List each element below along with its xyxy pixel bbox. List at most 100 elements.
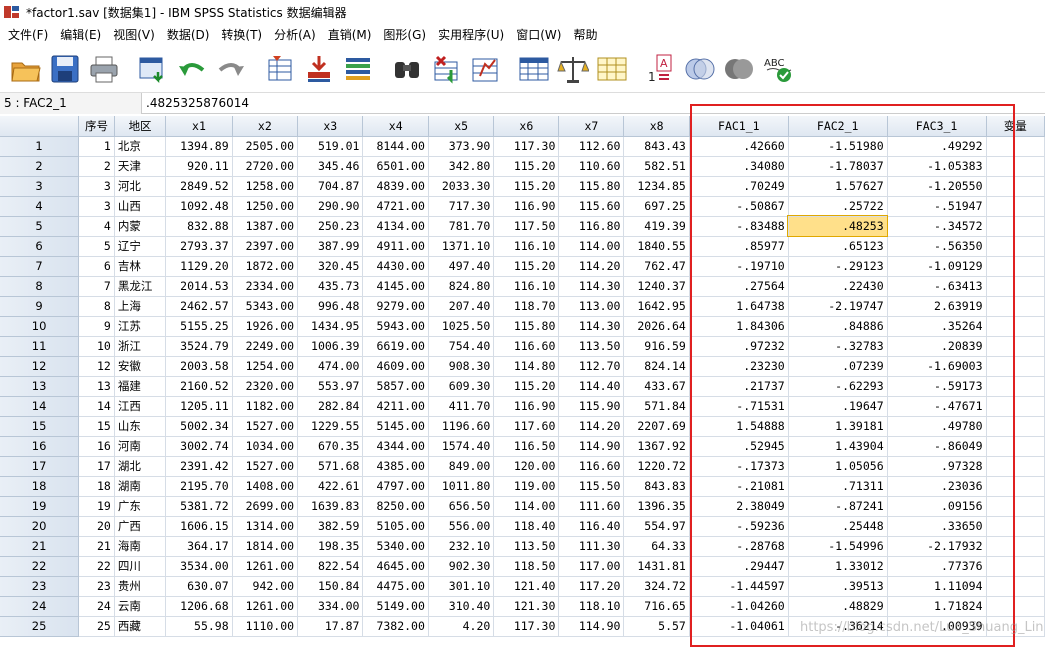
data-cell[interactable]: 1367.92 bbox=[623, 436, 690, 457]
data-cell[interactable]: 13 bbox=[78, 376, 115, 397]
data-cell[interactable]: 207.40 bbox=[428, 296, 495, 317]
data-cell[interactable]: 6 bbox=[78, 256, 115, 277]
data-cell[interactable]: 25 bbox=[78, 616, 115, 637]
data-cell[interactable]: 519.01 bbox=[297, 136, 364, 157]
data-cell[interactable]: -.59173 bbox=[887, 376, 987, 397]
cell-name-box[interactable]: 5 : FAC2_1 bbox=[0, 93, 142, 114]
data-cell[interactable]: .33650 bbox=[887, 516, 987, 537]
show-all-variables-icon[interactable] bbox=[721, 51, 757, 87]
empty-cell[interactable] bbox=[986, 536, 1045, 557]
data-cell[interactable]: 4344.00 bbox=[362, 436, 429, 457]
data-cell[interactable]: .25448 bbox=[788, 516, 888, 537]
row-number[interactable]: 1 bbox=[0, 136, 80, 157]
data-cell[interactable]: 301.10 bbox=[428, 576, 495, 597]
data-cell[interactable]: 4211.00 bbox=[362, 396, 429, 417]
data-cell[interactable]: 3534.00 bbox=[165, 556, 233, 577]
data-cell[interactable]: 10 bbox=[78, 336, 115, 357]
data-cell[interactable]: 117.60 bbox=[493, 416, 560, 437]
data-cell[interactable]: -.71531 bbox=[689, 396, 789, 417]
data-cell[interactable]: 江西 bbox=[114, 396, 167, 417]
empty-cell[interactable] bbox=[986, 316, 1045, 337]
data-cell[interactable]: 1025.50 bbox=[428, 316, 495, 337]
data-cell[interactable]: 海南 bbox=[114, 536, 167, 557]
data-cell[interactable]: 1206.68 bbox=[165, 596, 233, 617]
data-cell[interactable]: 116.10 bbox=[493, 276, 560, 297]
data-cell[interactable]: 2320.00 bbox=[232, 376, 299, 397]
data-cell[interactable]: 2699.00 bbox=[232, 496, 299, 517]
data-cell[interactable]: 4839.00 bbox=[362, 176, 429, 197]
data-cell[interactable]: 198.35 bbox=[297, 536, 364, 557]
data-cell[interactable]: 8250.00 bbox=[362, 496, 429, 517]
data-cell[interactable]: -.86049 bbox=[887, 436, 987, 457]
menu-item[interactable]: 数据(D) bbox=[161, 24, 216, 46]
data-cell[interactable]: 1.33012 bbox=[788, 556, 888, 577]
variables-icon[interactable] bbox=[340, 51, 376, 87]
data-cell[interactable]: 824.80 bbox=[428, 276, 495, 297]
data-cell[interactable]: 116.80 bbox=[558, 216, 625, 237]
row-number[interactable]: 15 bbox=[0, 416, 80, 437]
data-cell[interactable]: 716.65 bbox=[623, 596, 690, 617]
data-cell[interactable]: 419.39 bbox=[623, 216, 690, 237]
data-cell[interactable]: 422.61 bbox=[297, 476, 364, 497]
data-cell[interactable]: 9279.00 bbox=[362, 296, 429, 317]
data-cell[interactable]: .70249 bbox=[689, 176, 789, 197]
data-cell[interactable]: 111.60 bbox=[558, 496, 625, 517]
data-cell[interactable]: -.34572 bbox=[887, 216, 987, 237]
data-cell[interactable]: .97232 bbox=[689, 336, 789, 357]
data-cell[interactable]: 334.00 bbox=[297, 596, 364, 617]
data-cell[interactable]: 辽宁 bbox=[114, 236, 167, 257]
data-cell[interactable]: 55.98 bbox=[165, 616, 233, 637]
data-cell[interactable]: 22 bbox=[78, 556, 115, 577]
empty-cell[interactable] bbox=[986, 496, 1045, 517]
data-cell[interactable]: -1.04260 bbox=[689, 596, 789, 617]
data-cell[interactable]: .65123 bbox=[788, 236, 888, 257]
data-cell[interactable]: 1129.20 bbox=[165, 256, 233, 277]
data-cell[interactable]: 113.00 bbox=[558, 296, 625, 317]
data-cell[interactable]: 704.87 bbox=[297, 176, 364, 197]
data-cell[interactable]: 118.40 bbox=[493, 516, 560, 537]
data-cell[interactable]: 116.60 bbox=[558, 456, 625, 477]
data-cell[interactable]: 17.87 bbox=[297, 616, 364, 637]
data-cell[interactable]: 1314.00 bbox=[232, 516, 299, 537]
data-cell[interactable]: -2.17932 bbox=[887, 536, 987, 557]
data-cell[interactable]: 4385.00 bbox=[362, 456, 429, 477]
data-cell[interactable]: 290.90 bbox=[297, 196, 364, 217]
data-cell[interactable]: 1196.60 bbox=[428, 416, 495, 437]
data-cell[interactable]: 2.38049 bbox=[689, 496, 789, 517]
data-cell[interactable]: 116.10 bbox=[493, 236, 560, 257]
row-number[interactable]: 6 bbox=[0, 236, 80, 257]
data-cell[interactable]: .52945 bbox=[689, 436, 789, 457]
data-cell[interactable]: 115.80 bbox=[493, 316, 560, 337]
data-cell[interactable]: 1.54888 bbox=[689, 416, 789, 437]
data-cell[interactable]: 云南 bbox=[114, 596, 167, 617]
data-cell[interactable]: 4721.00 bbox=[362, 196, 429, 217]
data-cell[interactable]: 115.20 bbox=[493, 176, 560, 197]
data-cell[interactable]: 4609.00 bbox=[362, 356, 429, 377]
row-number[interactable]: 5 bbox=[0, 216, 80, 237]
data-cell[interactable]: 1574.40 bbox=[428, 436, 495, 457]
data-cell[interactable]: 1.57627 bbox=[788, 176, 888, 197]
data-cell[interactable]: 118.70 bbox=[493, 296, 560, 317]
data-cell[interactable]: 115.20 bbox=[493, 256, 560, 277]
column-header[interactable]: x1 bbox=[165, 116, 233, 137]
data-cell[interactable]: 18 bbox=[78, 476, 115, 497]
column-header[interactable]: x6 bbox=[493, 116, 560, 137]
data-cell[interactable]: .49292 bbox=[887, 136, 987, 157]
data-cell[interactable]: 1205.11 bbox=[165, 396, 233, 417]
data-cell[interactable]: 1034.00 bbox=[232, 436, 299, 457]
data-cell[interactable]: 996.48 bbox=[297, 296, 364, 317]
data-cell[interactable]: 2 bbox=[78, 156, 115, 177]
data-cell[interactable]: .42660 bbox=[689, 136, 789, 157]
data-cell[interactable]: 天津 bbox=[114, 156, 167, 177]
data-cell[interactable]: 113.50 bbox=[558, 336, 625, 357]
data-cell[interactable]: 1.71824 bbox=[887, 596, 987, 617]
data-cell[interactable]: 2505.00 bbox=[232, 136, 299, 157]
grid-corner[interactable] bbox=[0, 116, 80, 137]
data-cell[interactable]: 843.43 bbox=[623, 136, 690, 157]
data-cell[interactable]: 江苏 bbox=[114, 316, 167, 337]
data-cell[interactable]: -1.09129 bbox=[887, 256, 987, 277]
empty-cell[interactable] bbox=[986, 216, 1045, 237]
data-cell[interactable]: 2.63919 bbox=[887, 296, 987, 317]
data-cell[interactable]: .49780 bbox=[887, 416, 987, 437]
empty-cell[interactable] bbox=[986, 576, 1045, 597]
